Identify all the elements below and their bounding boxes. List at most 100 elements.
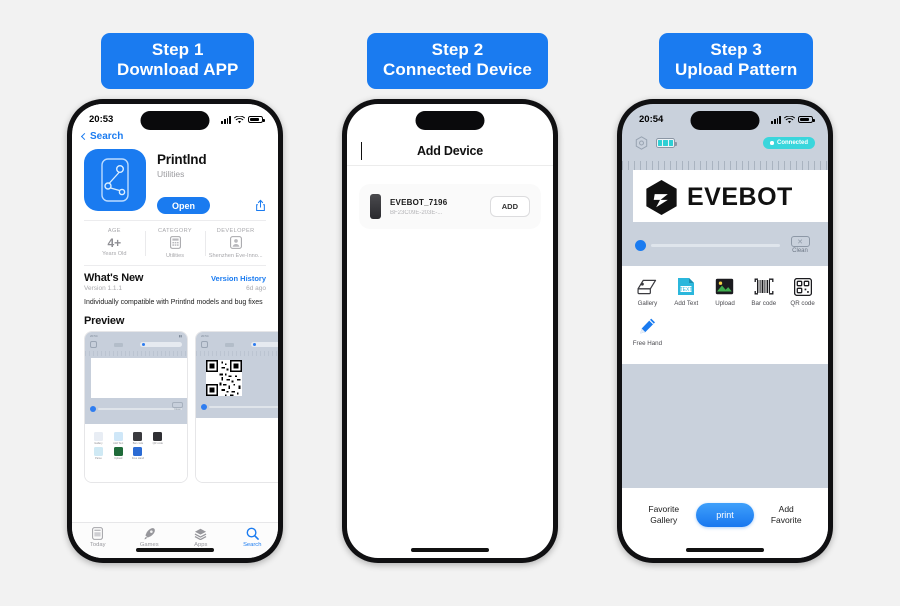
info-key-age: AGE: [107, 228, 121, 234]
clean-label: Clean: [792, 248, 808, 254]
tab-games[interactable]: Games: [124, 526, 176, 548]
connection-status-label: Connected: [776, 139, 808, 146]
search-icon: [227, 526, 279, 541]
phone-3-clock: 20:54: [639, 114, 664, 125]
info-value-age: 4+: [107, 236, 122, 250]
tool-qrcode[interactable]: QR code: [783, 276, 822, 307]
tool-add-text[interactable]: TEXT Add Text: [667, 276, 706, 307]
ruler-guide: [622, 161, 828, 170]
tab-search[interactable]: Search: [227, 526, 279, 548]
open-app-button[interactable]: Open: [157, 197, 211, 214]
upload-image-icon: [706, 276, 745, 297]
phone-3-home-indicator: [686, 548, 764, 552]
tool-upload-label: Upload: [715, 300, 735, 307]
tool-barcode-label: Bar code: [751, 300, 777, 307]
step-badge-1-line1: Step 1: [151, 40, 204, 59]
whats-new-title: What's New: [84, 272, 144, 284]
phone-2-notch: [415, 111, 485, 130]
info-cell-age: AGE 4+ Years Old: [84, 228, 145, 259]
today-icon: [72, 526, 124, 541]
device-battery-icon: [656, 138, 677, 148]
slider-handle[interactable]: [635, 239, 646, 251]
cellular-signal-icon: [771, 116, 781, 124]
add-favorite-button[interactable]: Add Favorite: [759, 504, 813, 527]
release-notes: Individually compatible with Printlnd mo…: [84, 299, 263, 306]
print-button[interactable]: print: [696, 503, 754, 527]
clean-button[interactable]: ✕ Clean: [785, 236, 815, 254]
nav-back-button[interactable]: [361, 141, 362, 160]
tab-today-label: Today: [90, 542, 106, 548]
preview-screenshot-2[interactable]: 20:54▮▮: [195, 331, 278, 484]
info-key-developer: DEVELOPER: [216, 228, 255, 234]
device-list-item[interactable]: EVEBOT_7196 BF23C09E-203E-... ADD: [359, 184, 541, 229]
wifi-icon: [234, 115, 245, 123]
tab-search-label: Search: [243, 542, 262, 548]
app-store-tab-bar: Today Games Apps Search: [72, 522, 278, 558]
density-slider[interactable]: ✕ Clean: [622, 222, 828, 254]
print-canvas[interactable]: EVEBOT: [633, 170, 828, 222]
app-header: Printlnd Utilities Open: [72, 146, 278, 220]
app-store-back-button[interactable]: Search: [72, 130, 278, 146]
step-badge-1: Step 1 Download APP: [101, 33, 255, 90]
add-favorite-line1: Add: [778, 503, 794, 514]
wifi-icon: [784, 115, 795, 123]
app-name: Printlnd: [157, 152, 207, 167]
erase-icon: ✕: [790, 236, 810, 247]
phone-mockup-2: Add Device EVEBOT_7196 BF23C09E-203E-...…: [342, 99, 558, 563]
favorite-gallery-button[interactable]: Favorite Gallery: [637, 504, 691, 527]
device-uuid: BF23C09E-203E-...: [390, 209, 443, 216]
phone-3-screen: 20:54 Connected EVEBOT ✕ Clean Gallery T…: [622, 104, 828, 558]
tool-barcode[interactable]: Bar code: [744, 276, 783, 307]
device-thumbnail-icon: [370, 194, 381, 219]
nav-title: Add Device: [416, 143, 484, 158]
app-store-back-label: Search: [90, 131, 124, 142]
info-key-category: CATEGORY: [157, 228, 193, 234]
phone-2-screen: Add Device EVEBOT_7196 BF23C09E-203E-...…: [347, 104, 553, 558]
whats-new-section: What's New Version History Version 1.1.1…: [84, 265, 266, 307]
tool-free-hand[interactable]: Free Hand: [628, 316, 667, 347]
printlnd-logo-icon: [101, 158, 129, 202]
qr-code-preview-icon: [206, 360, 242, 397]
preview-heading: Preview: [84, 315, 125, 328]
tool-upload[interactable]: Upload: [706, 276, 745, 307]
tab-today[interactable]: Today: [72, 526, 124, 548]
share-icon[interactable]: [255, 199, 266, 212]
info-caption-developer: Shenzhen Eve-Inno...: [208, 253, 263, 259]
svg-text:TEXT: TEXT: [680, 287, 693, 293]
version-history-link[interactable]: Version History: [211, 274, 266, 283]
phone-1-notch: [140, 111, 210, 130]
tool-gallery[interactable]: Gallery: [628, 276, 667, 307]
phone-1-home-indicator: [136, 548, 214, 552]
evebot-hexagon-logo-icon: [646, 180, 677, 215]
app-info-row: AGE 4+ Years Old CATEGORY Utilities DEVE…: [84, 220, 266, 265]
slider-track[interactable]: [651, 243, 780, 247]
phone-mockup-3: 20:54 Connected EVEBOT ✕ Clean Gallery T…: [617, 99, 833, 563]
app-version: Version 1.1.1: [84, 285, 122, 292]
favorite-gallery-line1: Favorite: [648, 503, 680, 514]
chevron-left-icon: [80, 132, 89, 141]
evebot-wordmark: EVEBOT: [687, 183, 793, 211]
add-favorite-line2: Favorite: [770, 515, 802, 525]
step-badge-1-line2: Download APP: [117, 60, 239, 80]
gallery-icon: [628, 276, 667, 297]
step-badge-3: Step 3 Upload Pattern: [659, 33, 814, 90]
status-dot-icon: [770, 141, 774, 145]
add-device-button[interactable]: ADD: [489, 196, 530, 217]
info-cell-category: CATEGORY Utilities: [144, 228, 206, 259]
phone-1-screen: 20:53 Search Printlnd Utilities Open AGE…: [72, 104, 278, 558]
preview-screenshot-1[interactable]: 20:54 ▮▮ Clean Gallery Add Text Bar code…: [84, 331, 188, 484]
info-caption-category: Utilities: [165, 253, 185, 259]
info-caption-age: Years Old: [102, 251, 127, 257]
phone-2-home-indicator: [411, 548, 489, 552]
tool-gallery-label: Gallery: [637, 300, 658, 307]
calculator-icon: [147, 236, 204, 252]
tab-apps[interactable]: Apps: [175, 526, 227, 548]
status-badge: Connected: [763, 136, 815, 150]
info-cell-developer: DEVELOPER Shenzhen Eve-Inno...: [205, 228, 266, 259]
app-icon: [84, 149, 146, 211]
pencil-icon: [628, 316, 667, 337]
barcode-icon: [744, 276, 783, 297]
settings-hexagon-icon[interactable]: [635, 136, 648, 150]
tool-free-hand-label: Free Hand: [632, 340, 663, 347]
qrcode-icon: [783, 276, 822, 297]
